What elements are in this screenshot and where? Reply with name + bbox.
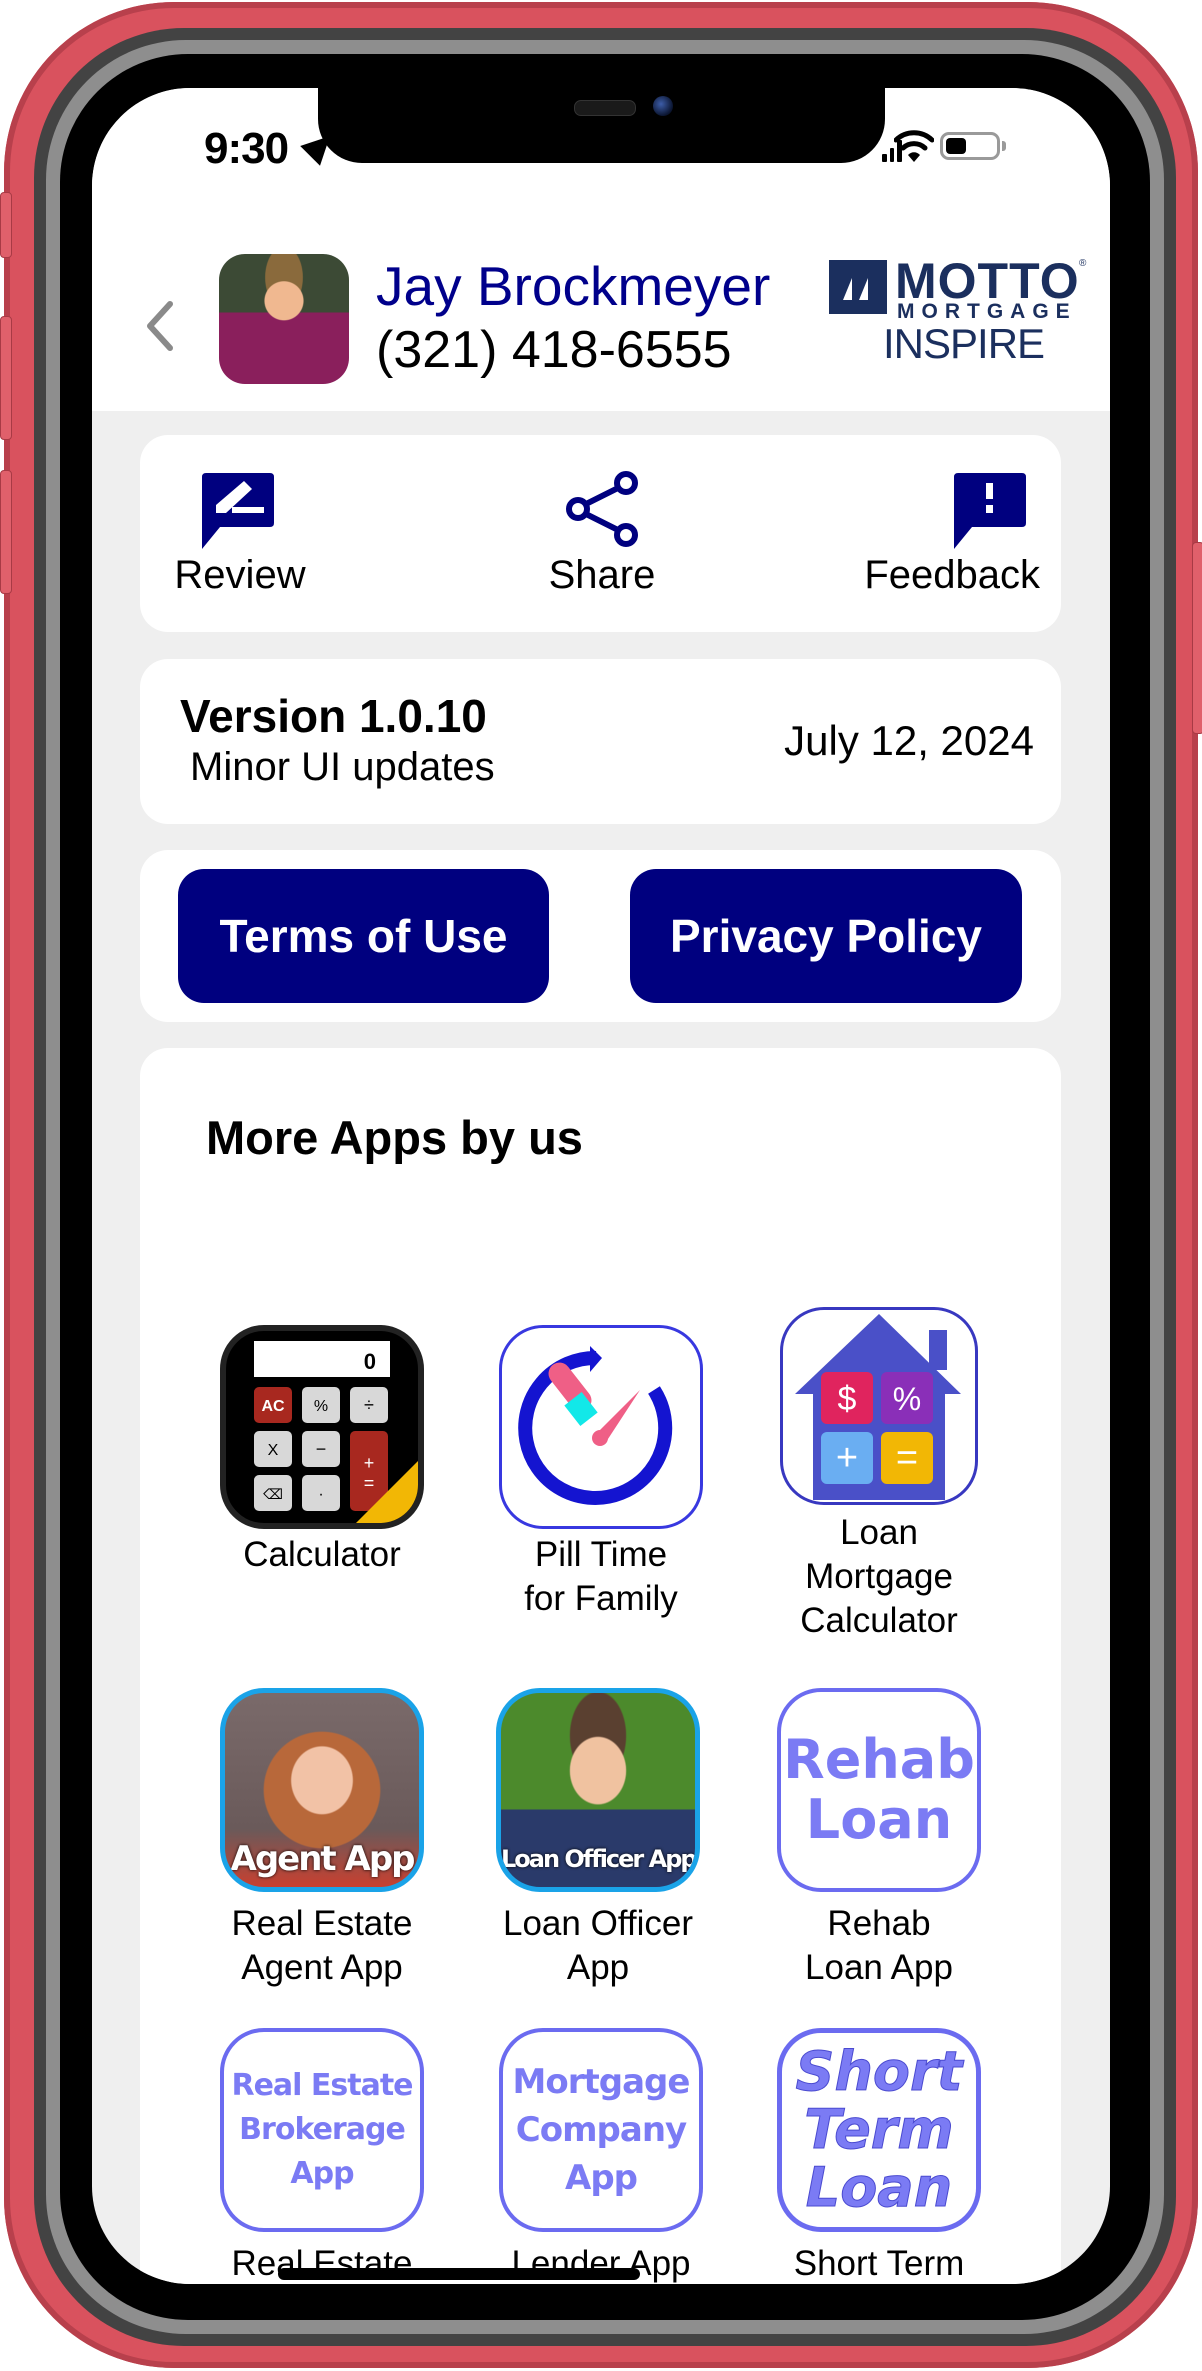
mortgage-company-icon-text: Mortgage Company App [512,2062,691,2198]
calculator-app-icon: 0 AC % ÷ X − + = ⌫ · [220,1325,424,1529]
speaker-grille [574,100,636,116]
front-camera [653,96,673,116]
brokerage-app-icon: Real Estate Brokerage App [220,2028,424,2232]
svg-text:÷: ÷ [364,1395,374,1415]
actions-card: Review Share Feedback [140,435,1061,632]
review-label: Review [174,553,306,597]
svg-text:=: = [896,1437,918,1479]
house-calculator-app-icon: $ % + = [780,1307,978,1505]
agent-photo-app-icon: Agent App [220,1688,424,1892]
logo-registered: ® [1079,258,1087,269]
agent-avatar [219,254,349,384]
screen: 9:30 Jay Brockmeyer (321) 418-6555 MOTTO… [92,88,1110,2284]
version-card: Version 1.0.10 Minor UI updates July 12,… [140,659,1061,824]
svg-text:+: + [364,1453,375,1473]
share-label: Share [548,553,656,597]
side-button-volume-down [0,470,12,594]
svg-text:%: % [314,1398,328,1415]
loan-officer-photo-app-icon: Loan Officer App [496,1688,700,1892]
loan-officer-app-caption: Loan Officer App [501,1845,696,1873]
rehab-loan-app-icon: Rehab Loan [777,1688,981,1892]
svg-text:=: = [364,1473,375,1493]
version-title: Version 1.0.10 [180,690,487,742]
notch [318,88,885,163]
more-apps-card: More Apps by us 0 AC % ÷ X − + = ⌫ · Cal… [140,1048,1061,2284]
feedback-icon [954,473,1026,549]
side-button-silent [0,192,12,258]
calculator-glyph: 0 AC % ÷ X − + = ⌫ · [254,1341,418,1523]
links-card: Terms of Use Privacy Policy [140,850,1061,1022]
svg-text:·: · [318,1486,323,1503]
header: 9:30 Jay Brockmeyer (321) 418-6555 MOTTO… [92,88,1110,411]
feedback-button[interactable]: Feedback [840,435,1040,632]
more-apps-title: More Apps by us [206,1111,583,1164]
brokerage-icon-text: Real Estate Brokerage App [231,2068,413,2191]
logo-inspire: INSPIRE [883,320,1045,367]
share-button[interactable]: Share [502,435,702,632]
agent-app-caption: Agent App [230,1839,416,1879]
status-time: 9:30 [204,124,289,173]
svg-text:X: X [268,1442,279,1459]
app-name: Rehab Loan App [805,1904,953,1987]
feedback-label: Feedback [864,553,1040,597]
side-button-power [1192,542,1202,734]
app-name: Short Term Loan App [793,2244,965,2283]
agent-phone[interactable]: (321) 418-6555 [376,320,732,380]
app-name: Loan Mortgage Calculator [800,1513,958,1640]
rehab-loan-icon-text: Rehab Loan [783,1728,975,1851]
svg-text:AC: AC [261,1398,285,1415]
side-button-volume-up [0,316,12,440]
pill-clock-glyph [518,1346,673,1505]
svg-text:+: + [836,1437,858,1479]
agent-name[interactable]: Jay Brockmeyer [376,254,770,318]
terms-of-use-button[interactable]: Terms of Use [178,869,549,1003]
mortgage-company-app-icon: Mortgage Company App [499,2028,703,2232]
app-name: Real Estate Agent App [231,1904,413,1987]
house-calculator-glyph: $ % + = [795,1314,961,1500]
short-term-loan-icon-text: Short Term Loan [795,2040,963,2219]
app-name: Loan Officer App [502,1904,694,1987]
pill-clock-app-icon [499,1325,703,1529]
logo-mark-icon [829,260,887,314]
motto-mortgage-logo: MOTTO ® MORTGAGE INSPIRE [829,253,1089,368]
svg-text:$: $ [838,1380,857,1418]
version-notes: Minor UI updates [190,745,495,789]
svg-text:⌫: ⌫ [263,1486,283,1502]
version-date: July 12, 2024 [784,717,1034,764]
svg-text:0: 0 [364,1349,376,1374]
home-indicator[interactable] [278,2268,640,2280]
chevron-left-icon[interactable] [142,300,178,352]
battery-icon [940,132,1006,160]
svg-text:−: − [316,1439,327,1459]
wifi-icon [894,130,934,162]
review-edit-icon [202,473,274,549]
short-term-loan-app-icon: Short Term Loan [777,2028,981,2232]
svg-text:%: % [893,1381,921,1417]
review-button[interactable]: Review [160,435,320,632]
privacy-policy-button[interactable]: Privacy Policy [630,869,1022,1003]
app-name: Pill Time for Family [524,1535,678,1618]
share-icon [566,471,638,547]
app-name: Calculator [243,1535,401,1574]
